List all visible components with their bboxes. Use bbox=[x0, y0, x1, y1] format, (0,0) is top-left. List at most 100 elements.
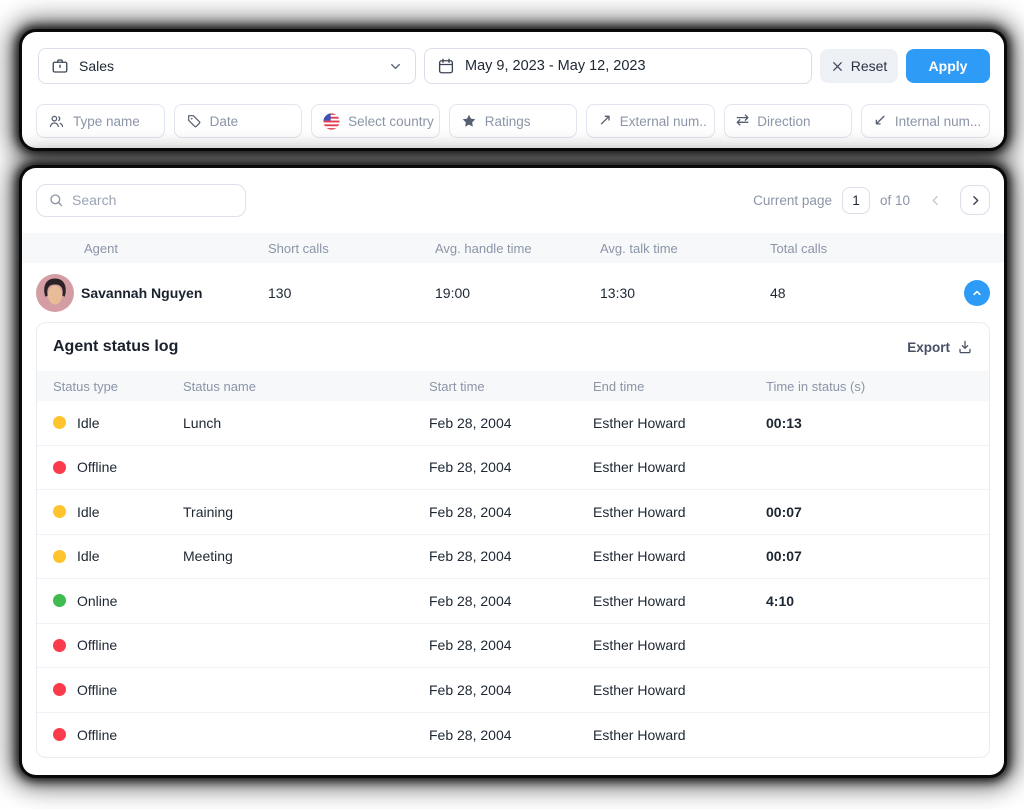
table-row: Idle Training Feb 28, 2004 Esther Howard… bbox=[37, 490, 989, 535]
agent-status-log-card: Agent status log Export Status type Stat… bbox=[36, 322, 990, 758]
status-name: Lunch bbox=[183, 414, 222, 431]
filter-chips-row: Type name Date Select country Ratings ↗ … bbox=[36, 104, 991, 138]
start-time: Feb 28, 2004 bbox=[429, 459, 512, 476]
filter-chip-date[interactable]: Date bbox=[173, 104, 303, 138]
agent-row[interactable]: Savannah Nguyen 130 19:00 13:30 48 bbox=[22, 263, 1004, 322]
status-log-table-header: Status type Status name Start time End t… bbox=[37, 371, 989, 401]
prev-page-button[interactable] bbox=[920, 185, 950, 215]
export-button[interactable]: Export bbox=[907, 339, 973, 355]
status-name: Meeting bbox=[183, 548, 233, 565]
status-type: Idle bbox=[77, 503, 100, 520]
status-type: Offline bbox=[77, 726, 118, 743]
filter-chip-label: External num.. bbox=[619, 113, 707, 129]
table-toolbar: Current page of 10 bbox=[22, 180, 1004, 220]
filter-chip-external-number[interactable]: ↗ External num.. bbox=[586, 104, 715, 138]
table-row: Online Feb 28, 2004 Esther Howard 4:10 bbox=[37, 579, 989, 624]
filter-chip-type-name[interactable]: Type name bbox=[36, 104, 165, 138]
table-row: Offline Feb 28, 2004 Esther Howard bbox=[37, 668, 989, 713]
column-header-short-calls: Short calls bbox=[268, 240, 329, 256]
status-log-title: Agent status log bbox=[53, 338, 179, 355]
status-type: Idle bbox=[77, 548, 100, 565]
filter-chip-label: Type name bbox=[73, 113, 140, 129]
end-time: Esther Howard bbox=[593, 592, 686, 609]
search-box[interactable] bbox=[36, 183, 246, 217]
arrow-down-left-icon: ↙ bbox=[873, 112, 887, 129]
apply-button[interactable]: Apply bbox=[906, 49, 990, 83]
filter-chip-direction[interactable]: ⇄ Direction bbox=[723, 104, 853, 138]
agent-cell: Savannah Nguyen bbox=[36, 273, 268, 312]
agent-short-calls: 130 bbox=[268, 284, 292, 301]
status-dot bbox=[53, 594, 66, 608]
filter-chip-select-country[interactable]: Select country bbox=[311, 104, 440, 138]
date-range-field[interactable]: May 9, 2023 - May 12, 2023 bbox=[424, 48, 812, 84]
start-time: Feb 28, 2004 bbox=[429, 548, 512, 565]
filter-chip-label: Select country bbox=[348, 113, 434, 129]
chevron-right-icon bbox=[968, 193, 983, 208]
time-in-status: 4:10 bbox=[766, 592, 795, 609]
page-number-input[interactable] bbox=[841, 186, 870, 214]
status-type: Online bbox=[77, 592, 118, 609]
search-input[interactable] bbox=[72, 192, 234, 208]
status-dot bbox=[53, 549, 66, 563]
table-row: Offline Feb 28, 2004 Esther Howard bbox=[37, 624, 989, 668]
page: Sales May 9, 2023 - May 12, 2023 Reset A… bbox=[0, 0, 1024, 809]
start-time: Feb 28, 2004 bbox=[429, 503, 512, 520]
status-dot bbox=[53, 416, 66, 430]
column-header-total-calls: Total calls bbox=[770, 240, 828, 256]
agent-avg-talk-time: 13:30 bbox=[600, 284, 636, 301]
filter-chip-label: Ratings bbox=[484, 113, 531, 129]
arrows-swap-icon: ⇄ bbox=[735, 112, 750, 129]
filter-chip-ratings[interactable]: Ratings bbox=[448, 104, 578, 138]
status-dot bbox=[53, 460, 66, 474]
filter-chip-label: Date bbox=[209, 113, 239, 129]
agent-total-calls: 48 bbox=[770, 284, 786, 301]
reset-label: Reset bbox=[850, 58, 888, 74]
column-header-avg-talk-time: Avg. talk time bbox=[600, 240, 678, 256]
time-in-status: 00:13 bbox=[766, 414, 802, 431]
status-dot bbox=[53, 505, 66, 519]
column-header-avg-handle-time: Avg. handle time bbox=[435, 240, 532, 256]
download-icon bbox=[957, 339, 973, 355]
collapse-row-button[interactable] bbox=[964, 279, 990, 306]
start-time: Feb 28, 2004 bbox=[429, 414, 512, 431]
status-type: Offline bbox=[77, 637, 118, 654]
status-type: Idle bbox=[77, 414, 100, 431]
next-page-button[interactable] bbox=[960, 185, 990, 215]
start-time: Feb 28, 2004 bbox=[429, 637, 512, 654]
tag-icon bbox=[186, 113, 202, 129]
date-range-value: May 9, 2023 - May 12, 2023 bbox=[465, 58, 646, 74]
calendar-icon bbox=[437, 57, 455, 75]
column-header-status-type: Status type bbox=[53, 378, 119, 394]
briefcase-icon bbox=[51, 57, 69, 75]
table-row: Idle Meeting Feb 28, 2004 Esther Howard … bbox=[37, 535, 989, 579]
star-icon bbox=[461, 113, 477, 129]
status-dot bbox=[53, 638, 66, 652]
filter-chip-label: Internal num... bbox=[894, 113, 982, 129]
status-dot bbox=[53, 683, 66, 697]
people-icon bbox=[48, 113, 65, 130]
reset-button[interactable]: Reset bbox=[820, 49, 898, 83]
chevron-left-icon bbox=[928, 193, 943, 208]
pagination: Current page of 10 bbox=[753, 185, 990, 215]
current-page-label: Current page bbox=[753, 192, 832, 208]
column-header-time-in-status: Time in status (s) bbox=[766, 378, 866, 394]
end-time: Esther Howard bbox=[593, 503, 686, 520]
end-time: Esther Howard bbox=[593, 548, 686, 565]
topbar-row: Sales May 9, 2023 - May 12, 2023 Reset A… bbox=[36, 48, 990, 84]
queue-select[interactable]: Sales bbox=[38, 48, 416, 84]
avatar bbox=[36, 273, 74, 312]
column-header-end-time: End time bbox=[593, 378, 645, 394]
start-time: Feb 28, 2004 bbox=[429, 681, 512, 698]
export-label: Export bbox=[907, 339, 950, 355]
chevron-down-icon bbox=[388, 59, 403, 74]
queue-select-value: Sales bbox=[79, 58, 115, 74]
column-header-start-time: Start time bbox=[429, 378, 485, 394]
agent-avg-handle-time: 19:00 bbox=[435, 284, 471, 301]
filter-chip-label: Direction bbox=[757, 113, 811, 129]
start-time: Feb 28, 2004 bbox=[429, 592, 512, 609]
end-time: Esther Howard bbox=[593, 637, 686, 654]
filter-chip-internal-number[interactable]: ↙ Internal num... bbox=[861, 104, 991, 138]
status-dot bbox=[53, 728, 66, 742]
search-icon bbox=[48, 192, 64, 208]
end-time: Esther Howard bbox=[593, 459, 686, 476]
